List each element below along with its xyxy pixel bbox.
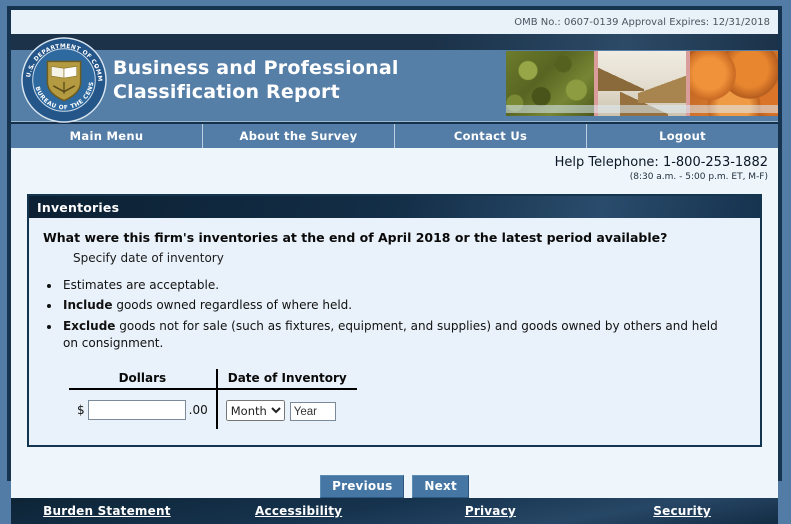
inventory-entry-table: Dollars Date of Inventory $ .00 Month — [69, 369, 357, 430]
help-telephone-text: Help Telephone: 1-800-253-1882 — [11, 155, 768, 170]
page-title-line1: Business and Professional — [113, 56, 399, 80]
photo-strip-highlight — [506, 105, 778, 113]
page-title-line2: Classification Report — [113, 80, 399, 104]
footer-link-accessibility[interactable]: Accessibility — [203, 504, 395, 518]
nav-item-contact-us[interactable]: Contact Us — [395, 124, 587, 148]
footer-link-privacy[interactable]: Privacy — [395, 504, 587, 518]
nav-label: About the Survey — [240, 129, 358, 143]
nav-label: Contact Us — [454, 129, 527, 143]
footer-link-burden-statement[interactable]: Burden Statement — [11, 504, 203, 518]
omb-approval-text: OMB No.: 0607-0139 Approval Expires: 12/… — [514, 17, 770, 28]
nav-item-logout[interactable]: Logout — [587, 124, 778, 148]
previous-button[interactable]: Previous — [320, 475, 404, 498]
help-hours-text: (8:30 a.m. - 5:00 p.m. ET, M-F) — [11, 172, 768, 182]
question-text: What were this firm's inventories at the… — [43, 230, 748, 245]
dollars-cell: $ .00 — [69, 389, 217, 430]
instruction-item: Exclude goods not for sale (such as fixt… — [61, 318, 721, 353]
help-block: Help Telephone: 1-800-253-1882 (8:30 a.m… — [11, 148, 778, 184]
panel-title-bar: Inventories — [29, 196, 760, 218]
column-header-dollars: Dollars — [69, 369, 217, 389]
app-window: OMB No.: 0607-0139 Approval Expires: 12/… — [7, 6, 782, 481]
dollar-sign-label: $ — [77, 403, 85, 417]
omb-bar: OMB No.: 0607-0139 Approval Expires: 12/… — [11, 10, 778, 34]
cents-suffix-label: .00 — [189, 403, 208, 417]
month-select[interactable]: Month — [226, 400, 285, 421]
footer-bar: Burden Statement Accessibility Privacy S… — [11, 498, 778, 524]
page-title: Business and Professional Classification… — [113, 56, 399, 105]
footer-link-security[interactable]: Security — [586, 504, 778, 518]
pagination-buttons: Previous Next — [11, 475, 778, 498]
nav-item-about-the-survey[interactable]: About the Survey — [203, 124, 395, 148]
subquestion-text: Specify date of inventory — [73, 251, 748, 265]
page-header: U.S. DEPARTMENT OF COMMERCE BUREAU OF TH… — [11, 34, 778, 122]
main-navigation: Main Menu About the Survey Contact Us Lo… — [11, 122, 778, 148]
header-accent-strip — [11, 34, 778, 50]
panel-body: What were this firm's inventories at the… — [29, 218, 760, 445]
panel-title: Inventories — [37, 200, 119, 215]
column-header-date-of-inventory: Date of Inventory — [217, 369, 357, 389]
date-of-inventory-cell: Month — [217, 389, 357, 430]
content-area: Help Telephone: 1-800-253-1882 (8:30 a.m… — [11, 148, 778, 524]
dollars-input[interactable] — [88, 400, 186, 420]
next-button[interactable]: Next — [412, 475, 468, 498]
nav-label: Logout — [659, 129, 706, 143]
instruction-list: Estimates are acceptable. Include goods … — [61, 277, 748, 353]
nav-label: Main Menu — [70, 129, 144, 143]
instruction-item: Include goods owned regardless of where … — [61, 297, 721, 314]
instruction-item: Estimates are acceptable. — [61, 277, 721, 294]
year-input[interactable] — [290, 402, 336, 421]
census-bureau-seal-icon: U.S. DEPARTMENT OF COMMERCE BUREAU OF TH… — [21, 37, 107, 123]
nav-item-main-menu[interactable]: Main Menu — [11, 124, 203, 148]
inventories-panel: Inventories What were this firm's invent… — [27, 194, 762, 447]
table-row: $ .00 Month — [69, 389, 357, 430]
